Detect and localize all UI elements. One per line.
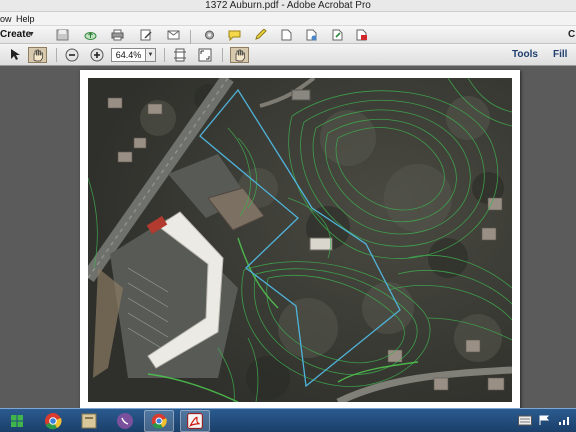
- flag-icon[interactable]: [538, 415, 552, 426]
- hand-tool-button[interactable]: [28, 47, 47, 63]
- fit-page-icon[interactable]: [173, 48, 187, 62]
- taskbar-app-acrobat[interactable]: [180, 410, 210, 432]
- title-bar: 1372 Auburn.pdf - Adobe Acrobat Pro: [0, 0, 576, 12]
- hand-tool-icon: [33, 49, 43, 62]
- chrome-icon: [45, 413, 62, 430]
- zoom-out-icon[interactable]: [65, 48, 79, 62]
- highlight-icon[interactable]: [254, 29, 267, 41]
- save-icon[interactable]: [56, 29, 69, 41]
- hand-tool-icon: [235, 49, 245, 62]
- taskbar-app-viber[interactable]: [110, 410, 140, 432]
- document-viewport[interactable]: [0, 66, 576, 410]
- read-mode-hand-button[interactable]: [230, 47, 249, 63]
- taskbar-app-chrome[interactable]: [38, 410, 68, 432]
- menu-item-help[interactable]: Help: [16, 12, 35, 26]
- edit-icon[interactable]: [140, 29, 153, 41]
- menu-bar: ow Help: [0, 12, 576, 26]
- file-manager-icon: [81, 413, 97, 429]
- create-button[interactable]: Create: [0, 26, 31, 44]
- tools-pane-link[interactable]: Tools: [512, 44, 538, 66]
- pdf-icon[interactable]: [355, 29, 368, 41]
- email-icon[interactable]: [167, 29, 180, 41]
- chrome-icon: [151, 413, 167, 429]
- cloud-upload-icon[interactable]: [84, 29, 97, 41]
- document-icon[interactable]: [280, 29, 293, 41]
- zoom-dropdown-button[interactable]: ▼: [146, 48, 156, 62]
- main-toolbar: Create ▼ C: [0, 26, 576, 44]
- zoom-level-input[interactable]: 64.4%: [111, 48, 146, 62]
- print-icon[interactable]: [111, 29, 124, 41]
- viber-icon: [117, 413, 133, 429]
- window-title: 1372 Auburn.pdf - Adobe Acrobat Pro: [205, 0, 371, 11]
- taskbar-app-chrome-active[interactable]: [144, 410, 174, 432]
- settings-icon[interactable]: [203, 29, 216, 41]
- zoom-in-icon[interactable]: [90, 48, 104, 62]
- windows-taskbar: [0, 408, 576, 432]
- comment-icon[interactable]: [228, 29, 241, 41]
- menu-item-window[interactable]: ow: [0, 12, 12, 26]
- full-screen-icon[interactable]: [198, 48, 212, 62]
- aerial-map-image: [88, 78, 512, 402]
- windows-start-icon: [11, 415, 23, 427]
- network-icon[interactable]: [558, 415, 572, 426]
- attach-icon[interactable]: [305, 29, 318, 41]
- chevron-down-icon[interactable]: ▼: [28, 26, 35, 44]
- acrobat-icon: [187, 413, 203, 429]
- pdf-page: [80, 70, 520, 410]
- taskbar-app-files[interactable]: [74, 410, 104, 432]
- start-button[interactable]: [2, 410, 32, 432]
- export-icon[interactable]: [331, 29, 344, 41]
- customize-label[interactable]: C: [568, 26, 575, 44]
- navigation-toolbar: 64.4% ▼ Tools Fill &: [0, 44, 576, 82]
- select-arrow-icon[interactable]: [8, 48, 22, 62]
- keyboard-icon[interactable]: [518, 415, 532, 426]
